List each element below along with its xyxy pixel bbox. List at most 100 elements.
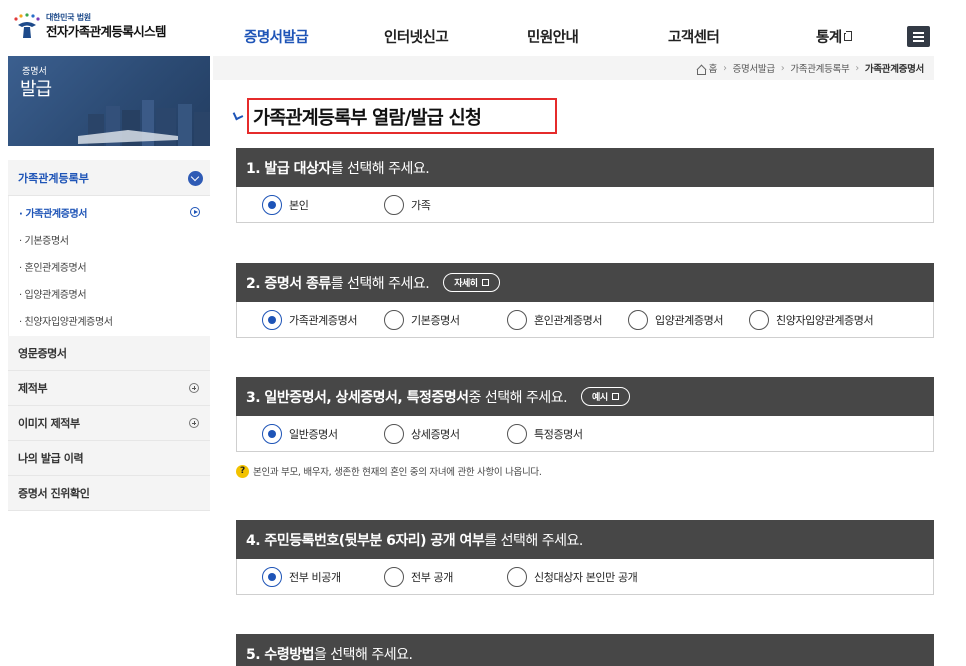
section-target: 1. 발급 대상자 를 선택해 주세요. 본인 가족 [236,148,934,223]
nav-internet-report[interactable]: 인터넷신고 [384,26,449,47]
question-icon: ? [236,464,249,478]
sidebar-menu: 가족관계등록부 · 가족관계증명서 · 기본증명서 · 혼인관계증명서 · 입양… [8,160,210,511]
radio-detailed-cert[interactable]: 상세증명서 [384,424,460,444]
sidebar-item-marriage-cert[interactable]: · 혼인관계증명서 [9,253,210,280]
radio-unchecked-icon [507,567,527,587]
sidebar-item-cert-verify[interactable]: 증명서 진위확인 [8,476,210,511]
radio-unchecked-icon [628,310,648,330]
sidebar-item-image-removed-register[interactable]: 이미지 제적부 [8,406,210,441]
nav-civil-guide[interactable]: 민원안내 [527,26,579,47]
sidebar-item-english-cert[interactable]: 영문증명서 [8,336,210,371]
radio-specific-cert[interactable]: 특정증명서 [507,424,583,444]
sidebar-item-family-relation-cert[interactable]: · 가족관계증명서 [9,199,210,226]
plus-circle-icon [189,383,199,393]
radio-family-relation-cert[interactable]: 가족관계증명서 [262,310,357,330]
page-title: 가족관계등록부 열람/발급 신청 [253,108,482,129]
example-button[interactable]: 예시 [581,387,630,406]
radio-all-public[interactable]: 전부 공개 [384,567,453,587]
section-cert-level: 3. 일반증명서, 상세증명서, 특정증명서 중 선택해 주세요. 예시 일반증… [236,377,934,452]
sidebar-submenu: · 가족관계증명서 · 기본증명서 · 혼인관계증명서 · 입양관계증명서 · … [8,196,210,336]
radio-full-adoption-cert[interactable]: 친양자입양관계증명서 [749,310,874,330]
sidebar-item-label: 제적부 [18,382,48,395]
nav-statistics[interactable]: 통계 [816,26,852,47]
radio-label: 신청대상자 본인만 공개 [534,571,638,584]
sidebar-item-label: · 친양자입양관계증명서 [19,317,113,328]
title-bullet-icon [232,109,244,121]
radio-general-cert[interactable]: 일반증명서 [262,424,338,444]
section-header: 2. 증명서 종류 를 선택해 주세요. 자세히 [236,263,934,302]
radio-label: 본인 [289,199,309,212]
radio-label: 특정증명서 [534,428,583,441]
breadcrumb: 홈 › 증명서발급 › 가족관계등록부 › 가족관계증명서 [213,56,934,80]
radio-label: 혼인관계증명서 [534,314,603,327]
section-rrn-disclosure: 4. 주민등록번호(뒷부분 6자리) 공개 여부 를 선택해 주세요. 전부 비공… [236,520,934,595]
section-header-bold: 2. 증명서 종류 [246,275,331,292]
sidebar-group-label: 가족관계등록부 [18,171,89,185]
nav-customer-center[interactable]: 고객센터 [668,26,720,47]
detail-button[interactable]: 자세히 [443,273,500,292]
sidebar-item-adoption-cert[interactable]: · 입양관계증명서 [9,280,210,307]
radio-label: 기본증명서 [411,314,460,327]
radio-checked-icon [262,424,282,444]
radio-unchecked-icon [384,310,404,330]
section-header: 5. 수령방법 을 선택해 주세요. [236,634,934,666]
help-note-text: 본인과 부모, 배우자, 생존한 현재의 혼인 중의 자녀에 관한 사항이 나옵… [253,467,542,478]
radio-label: 상세증명서 [411,428,460,441]
breadcrumb-home[interactable]: 홈 [709,61,718,75]
play-circle-icon [190,207,200,217]
sidebar-item-full-adoption-cert[interactable]: · 친양자입양관계증명서 [9,307,210,334]
chevron-down-icon[interactable] [188,171,203,186]
section-header: 4. 주민등록번호(뒷부분 6자리) 공개 여부 를 선택해 주세요. [236,520,934,559]
radio-family[interactable]: 가족 [384,195,431,215]
radio-label: 가족관계증명서 [289,314,358,327]
radio-unchecked-icon [384,424,404,444]
sidebar-item-basic-cert[interactable]: · 기본증명서 [9,226,210,253]
nav-certificate-issue[interactable]: 증명서발급 [244,26,309,47]
radio-label: 전부 공개 [411,571,453,584]
radio-basic-cert[interactable]: 기본증명서 [384,310,460,330]
example-button-label: 예시 [592,393,608,403]
radio-self-only-public[interactable]: 신청대상자 본인만 공개 [507,567,638,587]
sidebar-group-family-register[interactable]: 가족관계등록부 [8,160,210,196]
plus-circle-icon [189,418,199,428]
section-options: 전부 비공개 전부 공개 신청대상자 본인만 공개 [236,559,934,595]
radio-all-private[interactable]: 전부 비공개 [262,567,341,587]
radio-marriage-cert[interactable]: 혼인관계증명서 [507,310,602,330]
home-icon[interactable] [696,65,707,75]
external-link-icon [481,279,489,286]
breadcrumb-separator: › [780,62,785,74]
sidebar-item-label: 이미지 제적부 [18,417,80,430]
sidebar-item-label: 영문증명서 [18,347,67,360]
radio-adoption-cert[interactable]: 입양관계증명서 [628,310,723,330]
section-options: 일반증명서 상세증명서 특정증명서 [236,416,934,452]
radio-label: 입양관계증명서 [655,314,724,327]
sidebar-item-my-issue-history[interactable]: 나의 발급 이력 [8,441,210,476]
sidebar-item-label: · 가족관계증명서 [19,209,88,220]
radio-unchecked-icon [507,424,527,444]
breadcrumb-separator: › [855,62,859,74]
radio-unchecked-icon [384,567,404,587]
books-illustration [78,100,210,146]
sidebar-item-removed-register[interactable]: 제적부 [8,371,210,406]
sidebar-item-label: · 입양관계증명서 [19,290,87,301]
sidebar-item-label: · 혼인관계증명서 [19,263,87,274]
main-nav: 증명서발급 인터넷신고 민원안내 고객센터 통계 [0,0,966,54]
section-header-bold: 1. 발급 대상자 [246,160,331,177]
external-link-icon [611,393,619,400]
radio-unchecked-icon [749,310,769,330]
section-header-bold: 4. 주민등록번호(뒷부분 6자리) 공개 여부 [246,532,485,549]
section-header-text: 을 선택해 주세요. [313,646,413,663]
section-header-bold: 5. 수령방법 [246,646,314,663]
sidebar-item-label: 나의 발급 이력 [18,452,84,465]
radio-checked-icon [262,310,282,330]
radio-self[interactable]: 본인 [262,195,309,215]
breadcrumb-item[interactable]: 가족관계등록부 [790,61,849,75]
sidebar-banner: 증명서 발급 [8,56,210,146]
section-header-bold: 3. 일반증명서, 상세증명서, 특정증명서 [246,389,469,406]
sidebar-item-label: · 기본증명서 [19,236,69,247]
detail-button-label: 자세히 [454,279,478,289]
hamburger-menu-button[interactable] [907,26,930,47]
radio-label: 가족 [411,199,431,212]
breadcrumb-item[interactable]: 증명서발급 [733,61,776,75]
radio-checked-icon [262,567,282,587]
